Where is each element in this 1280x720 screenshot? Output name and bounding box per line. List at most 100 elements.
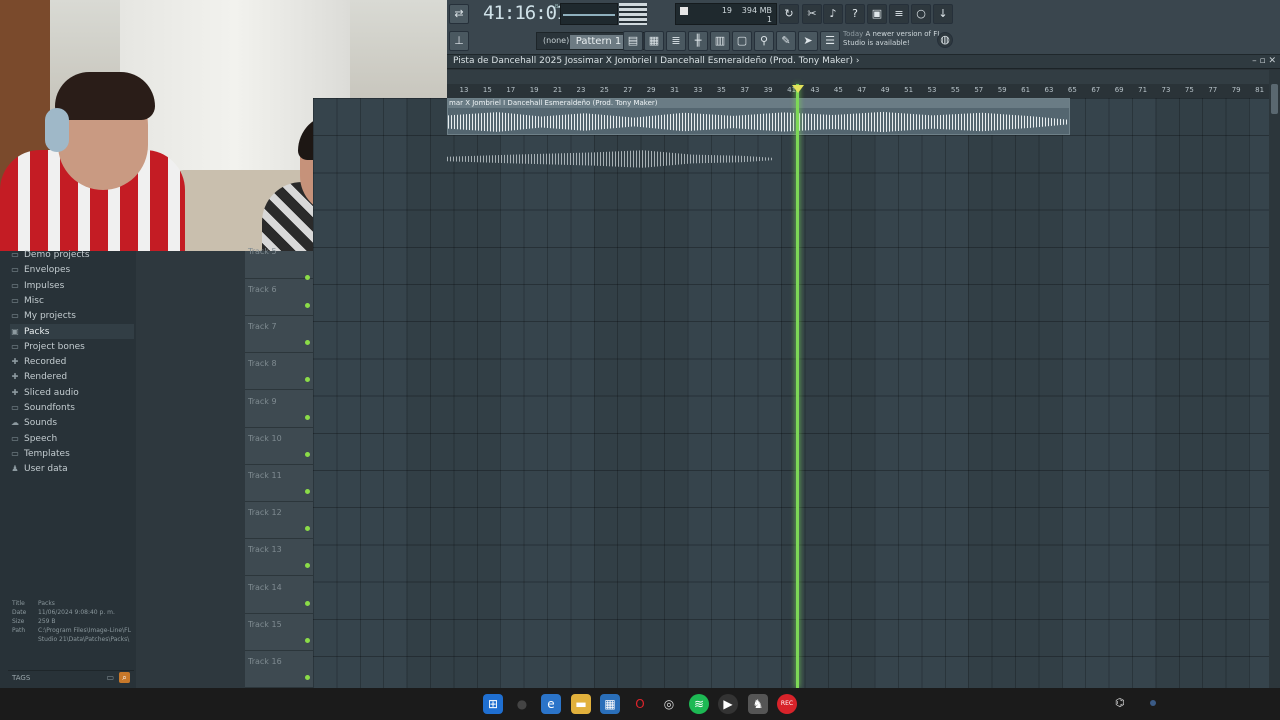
playlist-title[interactable]: Pista de Dancehall 2025 Jossimar X Jombr… — [453, 56, 859, 66]
track-header[interactable]: Track 6 — [245, 279, 313, 316]
track-header[interactable]: Track 11 — [245, 465, 313, 502]
pattern-name[interactable]: Pattern 1 — [570, 35, 627, 49]
track-header[interactable]: Track 15 — [245, 614, 313, 651]
track-header[interactable]: Track 5 — [245, 247, 313, 280]
browser-item[interactable]: ▭ Speech — [10, 431, 134, 446]
search-icon[interactable]: ● — [512, 694, 532, 714]
horizontal-scroll[interactable] — [447, 70, 1269, 84]
song-mode-icon[interactable]: ⇄ — [449, 4, 469, 24]
track-name[interactable]: Track 14 — [248, 583, 282, 592]
snap-value[interactable]: (none) — [543, 36, 569, 45]
track-led[interactable] — [305, 637, 310, 643]
track-header[interactable]: Track 9 — [245, 391, 313, 428]
track-name[interactable]: Track 15 — [248, 620, 282, 629]
piano-roll-icon[interactable]: ≣ — [666, 31, 686, 51]
browser-icon[interactable]: ▢ — [732, 31, 752, 51]
browser-item[interactable]: ▭ Envelopes — [10, 262, 134, 277]
file-explorer-icon[interactable]: ▬ — [571, 694, 591, 714]
window-controls[interactable]: – ▫ ✕ — [1252, 56, 1276, 66]
track-header[interactable]: Track 10 — [245, 428, 313, 465]
track-name[interactable]: Track 8 — [248, 359, 277, 368]
vertical-scrollbar[interactable] — [1269, 70, 1280, 688]
channel-rack-icon[interactable]: ▥ — [710, 31, 730, 51]
track-name[interactable]: Track 6 — [248, 285, 277, 294]
playlist-icon[interactable]: ▤ — [623, 31, 643, 51]
browser-item[interactable]: ✚ Rendered — [10, 369, 134, 384]
step-sequencer-icon[interactable]: ▦ — [644, 31, 664, 51]
menu-icon[interactable]: ☰ — [820, 31, 840, 51]
track-header[interactable]: Track 7 — [245, 316, 313, 354]
scrollbar-thumb[interactable] — [1271, 84, 1278, 114]
track-name[interactable]: Track 5 — [248, 247, 277, 256]
browser-item[interactable]: ▣ Packs — [10, 323, 134, 339]
tray-icon[interactable] — [1150, 700, 1156, 706]
browser-item[interactable]: ✚ Recorded — [10, 354, 134, 369]
track-header[interactable]: Track 8 — [245, 353, 313, 391]
track-name[interactable]: Track 13 — [248, 545, 282, 554]
track-led[interactable] — [305, 451, 310, 457]
audio-clip[interactable]: mar X Jombriel I Dancehall Esmeraldeño (… — [447, 98, 1070, 135]
media-player-icon[interactable]: ▶ — [718, 694, 738, 714]
browser-item[interactable]: ☁ Sounds — [10, 415, 134, 430]
browser-item[interactable]: ▭ My projects — [10, 308, 134, 323]
mixer-icon[interactable]: ≡ — [889, 4, 909, 24]
render-icon[interactable]: ➤ — [798, 31, 818, 51]
opera-icon[interactable]: O — [630, 694, 650, 714]
save-icon[interactable]: ▣ — [867, 4, 887, 24]
browser-item[interactable]: ♟ User data — [10, 461, 134, 476]
wifi-icon[interactable]: ⌬ — [1115, 696, 1125, 709]
track-name[interactable]: Track 11 — [248, 471, 282, 480]
ruler-tick: 75 — [1184, 86, 1194, 94]
cut-icon[interactable]: ✂ — [802, 4, 822, 24]
playhead-marker[interactable] — [792, 85, 804, 93]
browser-item[interactable]: ▭ Misc — [10, 293, 134, 308]
track-led[interactable] — [305, 526, 310, 532]
mic-icon[interactable]: ♪ — [823, 4, 843, 24]
snap-icon[interactable]: ⊥ — [449, 31, 469, 51]
track-name[interactable]: Track 7 — [248, 322, 277, 331]
browser-item[interactable]: ▭ Project bones — [10, 339, 134, 354]
plugin-icon[interactable]: ⚲ — [754, 31, 774, 51]
browser-item[interactable]: ▭ Templates — [10, 446, 134, 461]
track-header[interactable]: Track 12 — [245, 502, 313, 540]
track-led[interactable] — [305, 489, 310, 494]
track-header[interactable]: Track 16 — [245, 651, 313, 688]
browser-item[interactable]: ▭ Soundfonts — [10, 400, 134, 415]
spotify-icon[interactable]: ≋ — [689, 694, 709, 714]
track-header[interactable]: Track 14 — [245, 577, 313, 614]
playhead[interactable] — [796, 84, 799, 688]
edge-icon[interactable]: e — [541, 694, 561, 714]
ruler-tick: 53 — [927, 86, 937, 94]
chrome-icon[interactable]: ◎ — [659, 694, 679, 714]
refresh-icon[interactable]: ↻ — [779, 4, 799, 24]
track-led[interactable] — [305, 600, 310, 606]
track-led[interactable] — [305, 563, 310, 569]
edit-icon[interactable]: ✎ — [776, 31, 796, 51]
track-led[interactable] — [305, 414, 310, 420]
mixer-view-icon[interactable]: ╫ — [688, 31, 708, 51]
timeline-ruler[interactable]: 13 15 17 19 21 23 25 27 29 31 33 35 37 39 41 43 45 47 49 51… — [447, 84, 1269, 98]
start-icon[interactable]: ⊞ — [483, 694, 503, 714]
store-icon[interactable]: ▦ — [600, 694, 620, 714]
record-app-icon[interactable]: REC — [777, 694, 797, 714]
track-name[interactable]: Track 10 — [248, 434, 282, 443]
browser-item[interactable]: ▭ Demo projects — [10, 247, 134, 262]
track-name[interactable]: Track 9 — [248, 397, 277, 406]
time-display[interactable]: 41:16:01 — [483, 2, 568, 26]
track-led[interactable] — [305, 340, 310, 346]
search-icon[interactable]: ⌕ — [119, 672, 130, 683]
track-led[interactable] — [305, 303, 310, 308]
track-led[interactable] — [305, 377, 310, 383]
folder-icon[interactable]: ▭ — [106, 673, 114, 682]
track-header[interactable]: Track 13 — [245, 539, 313, 577]
track-name[interactable]: Track 12 — [248, 508, 282, 517]
track-name[interactable]: Track 16 — [248, 657, 282, 666]
download-icon[interactable]: ↓ — [933, 4, 953, 24]
track-led[interactable] — [305, 675, 310, 680]
globe-icon[interactable]: ◍ — [937, 32, 953, 48]
browser-item[interactable]: ▭ Impulses — [10, 278, 134, 293]
browser-item[interactable]: ✚ Sliced audio — [10, 385, 134, 400]
fl-studio-icon[interactable]: ♞ — [748, 694, 768, 714]
help-icon[interactable]: ? — [845, 4, 865, 24]
chat-icon[interactable]: ○ — [911, 4, 931, 24]
